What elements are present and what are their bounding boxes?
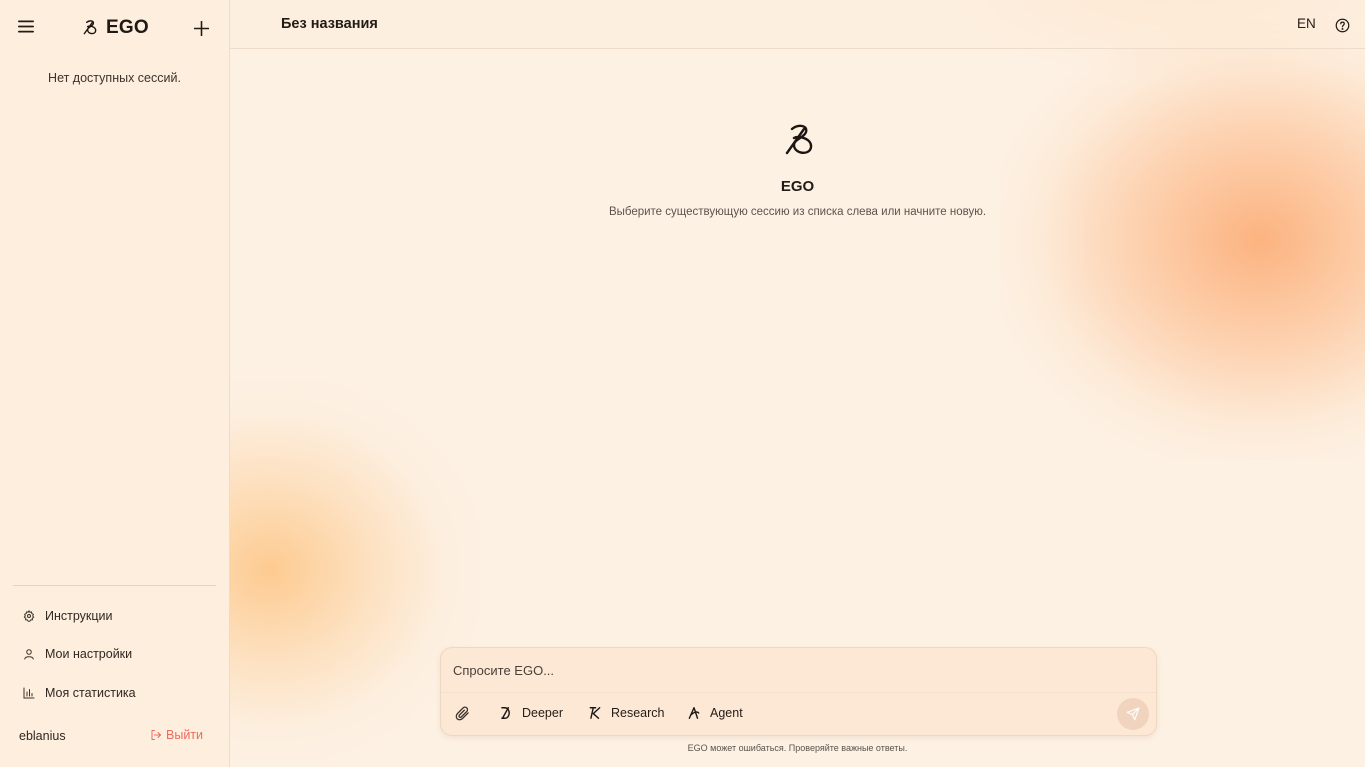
sidebar-item-label: Мои настройки [45,647,133,661]
paperclip-icon [455,706,469,720]
bar-chart-icon [22,686,36,700]
user-icon [22,647,36,661]
prompt-input[interactable] [453,660,1133,680]
research-mode-button[interactable]: Research [587,704,665,722]
attach-button[interactable] [453,704,471,722]
deeper-icon [498,705,514,721]
brand-name: EGO [106,17,149,38]
main-area: Без названия EN EGO Выберите существующу… [230,0,1365,767]
new-session-button[interactable] [189,16,213,40]
sidebar-header: EGO [0,0,229,56]
deeper-mode-button[interactable]: Deeper [498,704,563,722]
background-glow [1000,20,1365,460]
sidebar-item-statistics[interactable]: Моя статистика [16,681,214,705]
help-icon [1335,18,1349,32]
chat-composer: Deeper Research Agent [440,647,1157,736]
logout-icon [151,730,161,740]
language-switch[interactable]: EN [1297,16,1316,31]
sidebar-item-label: Инструкции [45,609,113,623]
hamburger-icon [18,20,34,32]
sidebar-item-settings[interactable]: Мои настройки [16,642,214,666]
brand[interactable]: EGO [82,16,149,40]
mode-label: Deeper [522,706,563,720]
ego-logo-icon [785,124,813,155]
ego-logo-icon [83,20,97,35]
top-bar: Без названия EN [230,0,1365,49]
plus-icon [193,20,209,36]
mode-label: Agent [710,706,743,720]
logout-label: Выйти [166,728,204,742]
send-button[interactable] [1117,698,1149,730]
page-title: Без названия [281,16,378,32]
mode-label: Research [611,706,665,720]
hero-title: EGO [780,178,815,195]
menu-button[interactable] [14,14,38,38]
username: eblanius [19,729,66,743]
research-icon [587,705,603,721]
empty-sessions-text: Нет доступных сессий. [48,71,181,85]
help-button[interactable] [1331,14,1353,36]
send-icon [1126,707,1140,721]
sidebar: EGO Нет доступных сессий. Инструкции Мои… [0,0,230,767]
agent-icon [686,705,702,721]
sidebar-divider [13,585,216,586]
composer-divider [441,692,1156,693]
gear-icon [22,609,36,623]
disclaimer: EGO может ошибаться. Проверяйте важные о… [687,743,908,753]
hero-subtitle: Выберите существующую сессию из списка с… [608,206,987,218]
sidebar-item-label: Моя статистика [45,686,136,700]
logout-button[interactable]: Выйти [150,728,203,742]
agent-mode-button[interactable]: Agent [686,704,743,722]
sidebar-item-instructions[interactable]: Инструкции [16,604,214,628]
